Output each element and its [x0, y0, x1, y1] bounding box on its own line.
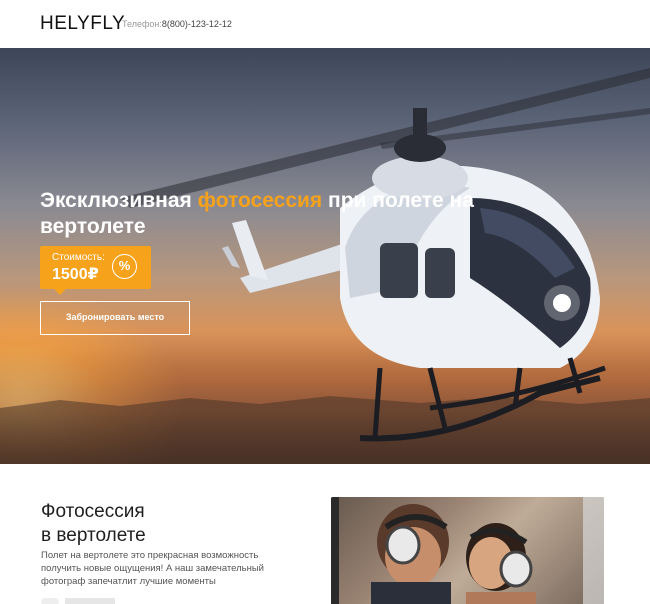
price-label: Стоимость: [52, 252, 105, 263]
hero-title-part1: Эксклюзивная [40, 189, 198, 212]
price-value: 1500₽ [52, 266, 99, 283]
couple-photo-illustration [331, 497, 604, 604]
book-button[interactable]: Забронировать место [40, 301, 190, 335]
more-icon [41, 598, 59, 604]
percent-icon: % [112, 254, 137, 279]
hero-title: Эксклюзивная фотосессия при полете на ве… [40, 188, 480, 240]
section-title-line1: Фотосессия [41, 501, 145, 522]
photosession-section: Фотосессия в вертолете Полет на вертолет… [0, 464, 650, 604]
phone-label: Телефон: [122, 19, 162, 29]
section-text: Полет на вертолете это прекрасная возмож… [41, 550, 264, 587]
phone-info: Телефон:8(800)-123-12-12 [122, 19, 232, 29]
couple-photo [331, 497, 604, 604]
logo[interactable]: HELYFLY [40, 13, 125, 35]
more-placeholder [65, 598, 115, 604]
price-badge: Стоимость: 1500₽ % [40, 246, 151, 295]
hero-title-accent: фотосессия [197, 189, 323, 212]
hero-banner: Эксклюзивная фотосессия при полете на ве… [0, 48, 650, 464]
header: HELYFLY Телефон:8(800)-123-12-12 [0, 0, 650, 48]
phone-number[interactable]: 8(800)-123-12-12 [162, 19, 232, 29]
section-title-line2: в вертолете [41, 525, 146, 546]
section-more-link[interactable] [41, 598, 121, 604]
section-title: Фотосессия в вертолете [41, 500, 146, 548]
